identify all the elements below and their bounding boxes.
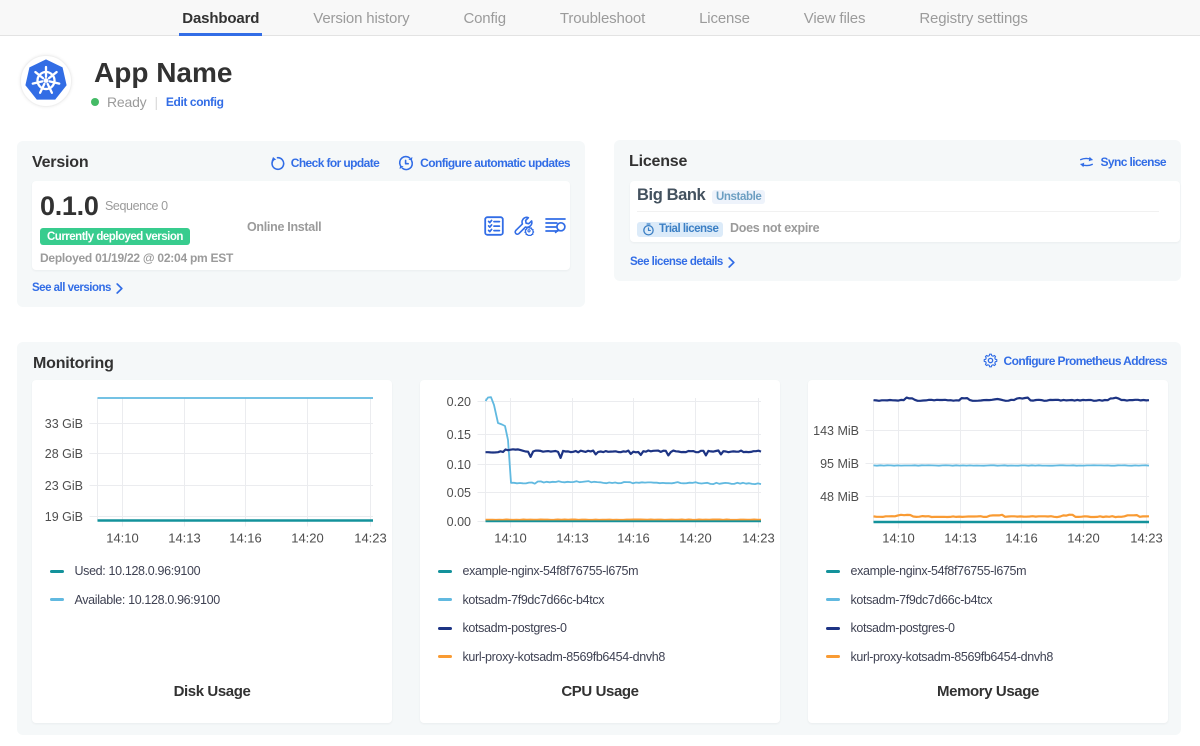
svg-text:48 MiB: 48 MiB xyxy=(820,490,859,504)
svg-text:14:20: 14:20 xyxy=(679,530,712,545)
svg-text:14:23: 14:23 xyxy=(742,530,775,545)
svg-text:28 GiB: 28 GiB xyxy=(45,447,83,461)
svg-text:0.00: 0.00 xyxy=(447,515,471,529)
svg-text:14:10: 14:10 xyxy=(106,530,139,545)
svg-text:14:16: 14:16 xyxy=(1005,530,1038,545)
svg-text:14:10: 14:10 xyxy=(494,530,527,545)
svg-text:23 GiB: 23 GiB xyxy=(45,479,83,493)
svg-text:14:23: 14:23 xyxy=(354,530,387,545)
svg-text:14:10: 14:10 xyxy=(882,530,915,545)
svg-text:0.05: 0.05 xyxy=(447,486,471,500)
svg-text:14:13: 14:13 xyxy=(556,530,589,545)
svg-text:0.15: 0.15 xyxy=(447,428,471,442)
svg-text:14:20: 14:20 xyxy=(291,530,324,545)
svg-text:14:16: 14:16 xyxy=(617,530,650,545)
svg-text:33 GiB: 33 GiB xyxy=(45,417,83,431)
svg-text:0.10: 0.10 xyxy=(447,458,471,472)
svg-text:14:13: 14:13 xyxy=(944,530,977,545)
svg-text:143 MiB: 143 MiB xyxy=(813,424,859,438)
svg-text:19 GiB: 19 GiB xyxy=(45,510,83,524)
svg-text:14:23: 14:23 xyxy=(1130,530,1163,545)
svg-text:95 MiB: 95 MiB xyxy=(820,457,859,471)
svg-text:14:13: 14:13 xyxy=(168,530,201,545)
svg-text:14:20: 14:20 xyxy=(1067,530,1100,545)
svg-text:0.20: 0.20 xyxy=(447,395,471,409)
svg-text:14:16: 14:16 xyxy=(229,530,262,545)
